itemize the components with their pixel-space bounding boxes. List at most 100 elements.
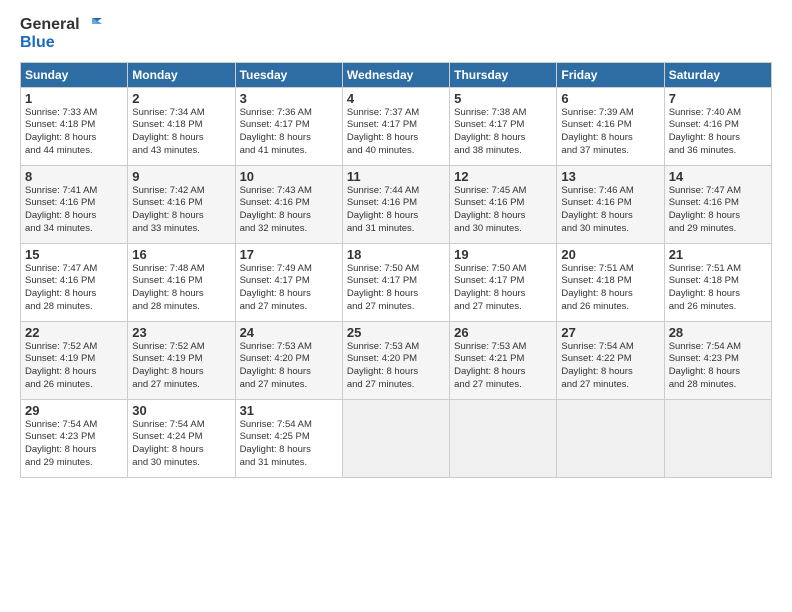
- table-row: 26Sunrise: 7:53 AM Sunset: 4:21 PM Dayli…: [450, 321, 557, 399]
- table-row: [342, 399, 449, 477]
- table-row: 15Sunrise: 7:47 AM Sunset: 4:16 PM Dayli…: [21, 243, 128, 321]
- table-row: 7Sunrise: 7:40 AM Sunset: 4:16 PM Daylig…: [664, 87, 771, 165]
- day-number: 5: [454, 91, 552, 106]
- day-number: 7: [669, 91, 767, 106]
- table-row: 24Sunrise: 7:53 AM Sunset: 4:20 PM Dayli…: [235, 321, 342, 399]
- col-monday: Monday: [128, 62, 235, 87]
- day-info: Sunrise: 7:46 AM Sunset: 4:16 PM Dayligh…: [561, 185, 659, 236]
- table-row: 6Sunrise: 7:39 AM Sunset: 4:16 PM Daylig…: [557, 87, 664, 165]
- table-row: 31Sunrise: 7:54 AM Sunset: 4:25 PM Dayli…: [235, 399, 342, 477]
- day-number: 16: [132, 247, 230, 262]
- day-info: Sunrise: 7:42 AM Sunset: 4:16 PM Dayligh…: [132, 185, 230, 236]
- col-friday: Friday: [557, 62, 664, 87]
- day-number: 20: [561, 247, 659, 262]
- table-row: 10Sunrise: 7:43 AM Sunset: 4:16 PM Dayli…: [235, 165, 342, 243]
- day-number: 4: [347, 91, 445, 106]
- day-number: 13: [561, 169, 659, 184]
- day-number: 14: [669, 169, 767, 184]
- day-info: Sunrise: 7:34 AM Sunset: 4:18 PM Dayligh…: [132, 107, 230, 158]
- day-info: Sunrise: 7:41 AM Sunset: 4:16 PM Dayligh…: [25, 185, 123, 236]
- day-number: 1: [25, 91, 123, 106]
- calendar-week-row: 15Sunrise: 7:47 AM Sunset: 4:16 PM Dayli…: [21, 243, 772, 321]
- day-number: 19: [454, 247, 552, 262]
- day-number: 21: [669, 247, 767, 262]
- calendar-week-row: 8Sunrise: 7:41 AM Sunset: 4:16 PM Daylig…: [21, 165, 772, 243]
- day-info: Sunrise: 7:54 AM Sunset: 4:25 PM Dayligh…: [240, 419, 338, 470]
- table-row: 5Sunrise: 7:38 AM Sunset: 4:17 PM Daylig…: [450, 87, 557, 165]
- day-info: Sunrise: 7:53 AM Sunset: 4:20 PM Dayligh…: [347, 341, 445, 392]
- table-row: 25Sunrise: 7:53 AM Sunset: 4:20 PM Dayli…: [342, 321, 449, 399]
- day-number: 18: [347, 247, 445, 262]
- day-info: Sunrise: 7:47 AM Sunset: 4:16 PM Dayligh…: [25, 263, 123, 314]
- col-tuesday: Tuesday: [235, 62, 342, 87]
- table-row: 30Sunrise: 7:54 AM Sunset: 4:24 PM Dayli…: [128, 399, 235, 477]
- day-info: Sunrise: 7:54 AM Sunset: 4:22 PM Dayligh…: [561, 341, 659, 392]
- logo: General Blue: [20, 16, 102, 52]
- table-row: 23Sunrise: 7:52 AM Sunset: 4:19 PM Dayli…: [128, 321, 235, 399]
- day-info: Sunrise: 7:47 AM Sunset: 4:16 PM Dayligh…: [669, 185, 767, 236]
- day-info: Sunrise: 7:52 AM Sunset: 4:19 PM Dayligh…: [25, 341, 123, 392]
- day-number: 31: [240, 403, 338, 418]
- day-number: 28: [669, 325, 767, 340]
- day-info: Sunrise: 7:33 AM Sunset: 4:18 PM Dayligh…: [25, 107, 123, 158]
- day-info: Sunrise: 7:37 AM Sunset: 4:17 PM Dayligh…: [347, 107, 445, 158]
- day-info: Sunrise: 7:38 AM Sunset: 4:17 PM Dayligh…: [454, 107, 552, 158]
- day-info: Sunrise: 7:45 AM Sunset: 4:16 PM Dayligh…: [454, 185, 552, 236]
- table-row: 16Sunrise: 7:48 AM Sunset: 4:16 PM Dayli…: [128, 243, 235, 321]
- day-info: Sunrise: 7:48 AM Sunset: 4:16 PM Dayligh…: [132, 263, 230, 314]
- day-info: Sunrise: 7:54 AM Sunset: 4:23 PM Dayligh…: [669, 341, 767, 392]
- day-info: Sunrise: 7:53 AM Sunset: 4:20 PM Dayligh…: [240, 341, 338, 392]
- day-number: 17: [240, 247, 338, 262]
- day-info: Sunrise: 7:53 AM Sunset: 4:21 PM Dayligh…: [454, 341, 552, 392]
- day-number: 15: [25, 247, 123, 262]
- table-row: [557, 399, 664, 477]
- table-row: 3Sunrise: 7:36 AM Sunset: 4:17 PM Daylig…: [235, 87, 342, 165]
- day-info: Sunrise: 7:44 AM Sunset: 4:16 PM Dayligh…: [347, 185, 445, 236]
- day-number: 10: [240, 169, 338, 184]
- day-info: Sunrise: 7:50 AM Sunset: 4:17 PM Dayligh…: [347, 263, 445, 314]
- day-number: 8: [25, 169, 123, 184]
- table-row: 27Sunrise: 7:54 AM Sunset: 4:22 PM Dayli…: [557, 321, 664, 399]
- day-info: Sunrise: 7:40 AM Sunset: 4:16 PM Dayligh…: [669, 107, 767, 158]
- day-info: Sunrise: 7:49 AM Sunset: 4:17 PM Dayligh…: [240, 263, 338, 314]
- table-row: 2Sunrise: 7:34 AM Sunset: 4:18 PM Daylig…: [128, 87, 235, 165]
- calendar-week-row: 29Sunrise: 7:54 AM Sunset: 4:23 PM Dayli…: [21, 399, 772, 477]
- table-row: 29Sunrise: 7:54 AM Sunset: 4:23 PM Dayli…: [21, 399, 128, 477]
- day-number: 24: [240, 325, 338, 340]
- table-row: 9Sunrise: 7:42 AM Sunset: 4:16 PM Daylig…: [128, 165, 235, 243]
- day-number: 22: [25, 325, 123, 340]
- day-number: 12: [454, 169, 552, 184]
- day-info: Sunrise: 7:50 AM Sunset: 4:17 PM Dayligh…: [454, 263, 552, 314]
- day-info: Sunrise: 7:54 AM Sunset: 4:24 PM Dayligh…: [132, 419, 230, 470]
- table-row: 28Sunrise: 7:54 AM Sunset: 4:23 PM Dayli…: [664, 321, 771, 399]
- table-row: 12Sunrise: 7:45 AM Sunset: 4:16 PM Dayli…: [450, 165, 557, 243]
- table-row: 22Sunrise: 7:52 AM Sunset: 4:19 PM Dayli…: [21, 321, 128, 399]
- table-row: 17Sunrise: 7:49 AM Sunset: 4:17 PM Dayli…: [235, 243, 342, 321]
- table-row: 20Sunrise: 7:51 AM Sunset: 4:18 PM Dayli…: [557, 243, 664, 321]
- table-row: 1Sunrise: 7:33 AM Sunset: 4:18 PM Daylig…: [21, 87, 128, 165]
- table-row: 11Sunrise: 7:44 AM Sunset: 4:16 PM Dayli…: [342, 165, 449, 243]
- day-info: Sunrise: 7:39 AM Sunset: 4:16 PM Dayligh…: [561, 107, 659, 158]
- table-row: 13Sunrise: 7:46 AM Sunset: 4:16 PM Dayli…: [557, 165, 664, 243]
- calendar-week-row: 22Sunrise: 7:52 AM Sunset: 4:19 PM Dayli…: [21, 321, 772, 399]
- day-number: 26: [454, 325, 552, 340]
- table-row: [450, 399, 557, 477]
- day-number: 2: [132, 91, 230, 106]
- day-info: Sunrise: 7:51 AM Sunset: 4:18 PM Dayligh…: [669, 263, 767, 314]
- day-number: 23: [132, 325, 230, 340]
- day-number: 9: [132, 169, 230, 184]
- calendar-week-row: 1Sunrise: 7:33 AM Sunset: 4:18 PM Daylig…: [21, 87, 772, 165]
- day-info: Sunrise: 7:54 AM Sunset: 4:23 PM Dayligh…: [25, 419, 123, 470]
- day-number: 11: [347, 169, 445, 184]
- table-row: 8Sunrise: 7:41 AM Sunset: 4:16 PM Daylig…: [21, 165, 128, 243]
- days-header-row: Sunday Monday Tuesday Wednesday Thursday…: [21, 62, 772, 87]
- day-info: Sunrise: 7:36 AM Sunset: 4:17 PM Dayligh…: [240, 107, 338, 158]
- table-row: 21Sunrise: 7:51 AM Sunset: 4:18 PM Dayli…: [664, 243, 771, 321]
- day-number: 3: [240, 91, 338, 106]
- day-info: Sunrise: 7:51 AM Sunset: 4:18 PM Dayligh…: [561, 263, 659, 314]
- table-row: 18Sunrise: 7:50 AM Sunset: 4:17 PM Dayli…: [342, 243, 449, 321]
- day-number: 25: [347, 325, 445, 340]
- day-number: 27: [561, 325, 659, 340]
- day-info: Sunrise: 7:52 AM Sunset: 4:19 PM Dayligh…: [132, 341, 230, 392]
- table-row: 14Sunrise: 7:47 AM Sunset: 4:16 PM Dayli…: [664, 165, 771, 243]
